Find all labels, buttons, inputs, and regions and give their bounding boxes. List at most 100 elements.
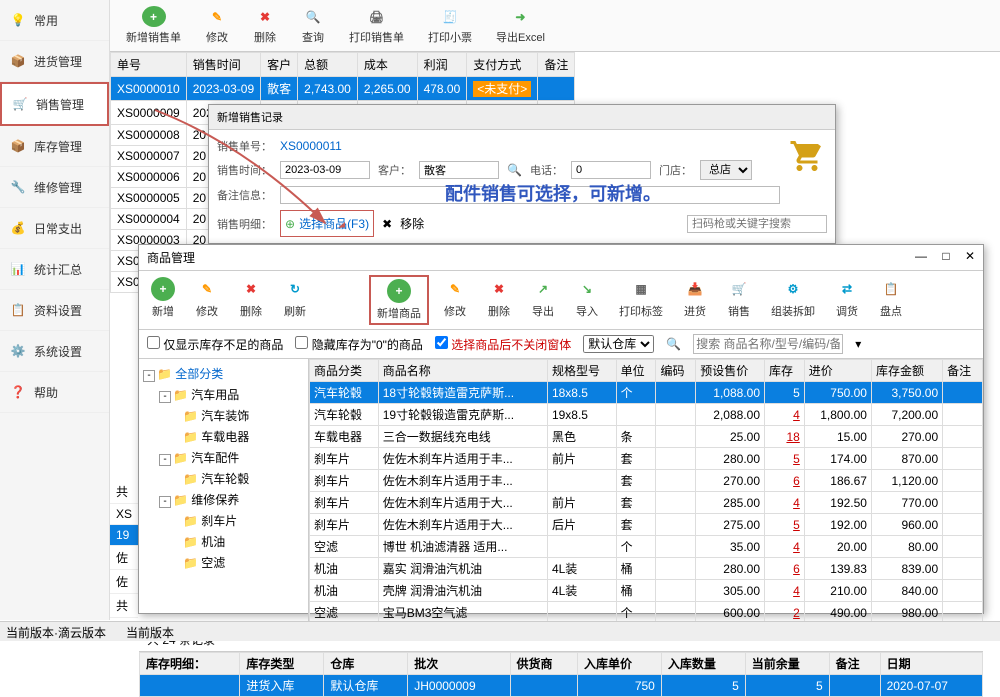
goods-edit-button[interactable]: ✎修改 bbox=[437, 275, 473, 325]
print-button[interactable]: 🖨打印销售单 bbox=[343, 4, 410, 47]
export-icon: ➜ bbox=[508, 6, 532, 27]
export-button[interactable]: ➜导出Excel bbox=[490, 4, 551, 47]
store-filter[interactable]: 默认仓库 bbox=[583, 335, 654, 353]
sidebar-item-stats[interactable]: 📊统计汇总 bbox=[0, 249, 109, 290]
assembly-button[interactable]: ⚙组装拆卸 bbox=[765, 275, 821, 325]
hide-zero-check[interactable]: 隐藏库存为"0"的商品 bbox=[295, 336, 423, 353]
col-header[interactable]: 进价 bbox=[804, 360, 871, 382]
sidebar-item-common[interactable]: 💡常用 bbox=[0, 0, 109, 41]
tree-root[interactable]: -📁 全部分类 bbox=[143, 363, 304, 384]
help-icon: ❓ bbox=[8, 382, 28, 402]
stockin-button[interactable]: 📥进货 bbox=[677, 275, 713, 325]
no-close-check[interactable]: 选择商品后不关闭窗体 bbox=[435, 336, 571, 353]
select-goods-link[interactable]: 选择商品(F3) bbox=[299, 215, 369, 232]
col-header[interactable]: 备注 bbox=[943, 360, 983, 382]
sale-button[interactable]: 🛒销售 bbox=[721, 275, 757, 325]
col-header[interactable]: 客户 bbox=[261, 53, 298, 77]
col-header[interactable]: 总额 bbox=[298, 53, 358, 77]
maximize-button[interactable]: □ bbox=[942, 249, 949, 263]
goods-row[interactable]: 空滤博世 机油滤清器 适用...个35.00420.0080.00 bbox=[310, 536, 983, 558]
refresh-button[interactable]: ↻刷新 bbox=[277, 275, 313, 325]
inventory-button[interactable]: 📋盘点 bbox=[873, 275, 909, 325]
pencil-icon: ✎ bbox=[205, 6, 229, 27]
import-button[interactable]: ↘导入 bbox=[569, 275, 605, 325]
col-header[interactable]: 商品名称 bbox=[378, 360, 547, 382]
search-customer-icon[interactable]: 🔍 bbox=[507, 163, 522, 177]
cat-edit-button[interactable]: ✎修改 bbox=[189, 275, 225, 325]
transfer-button[interactable]: ⇄调货 bbox=[829, 275, 865, 325]
tree-leaf[interactable]: 📁 汽车轮毂 bbox=[143, 468, 304, 489]
cat-delete-button[interactable]: ✖删除 bbox=[233, 275, 269, 325]
delete-button[interactable]: ✖删除 bbox=[247, 4, 283, 47]
tree-node[interactable]: -📁 汽车配件 bbox=[143, 447, 304, 468]
cat-add-button[interactable]: +新增 bbox=[145, 275, 181, 325]
stock-detail-row[interactable]: 进货入库默认仓库JH0000009750552020-07-07 bbox=[140, 675, 983, 697]
goods-row[interactable]: 汽车轮毂18寸轮毂铸造雷克萨斯...18x8.5个1,088.005750.00… bbox=[310, 382, 983, 404]
sidebar-item-purchase[interactable]: 📦进货管理 bbox=[0, 41, 109, 82]
goods-row[interactable]: 机油壳牌 润滑油汽机油4L装桶305.004210.00840.00 bbox=[310, 580, 983, 602]
tree-leaf[interactable]: 📁 汽车装饰 bbox=[143, 405, 304, 426]
x-icon: ✖ bbox=[487, 277, 511, 301]
package-icon: 📦 bbox=[8, 136, 28, 156]
print-label-button[interactable]: ▦打印标签 bbox=[613, 275, 669, 325]
goods-delete-button[interactable]: ✖删除 bbox=[481, 275, 517, 325]
tree-leaf[interactable]: 📁 刹车片 bbox=[143, 510, 304, 531]
col-header[interactable]: 备注 bbox=[538, 53, 575, 77]
tree-node[interactable]: -📁 汽车用品 bbox=[143, 384, 304, 405]
barcode-input[interactable] bbox=[687, 215, 827, 233]
sidebar-item-data[interactable]: 📋资料设置 bbox=[0, 290, 109, 331]
tree-leaf[interactable]: 📁 空滤 bbox=[143, 552, 304, 573]
only-low-check[interactable]: 仅显示库存不足的商品 bbox=[147, 336, 283, 353]
wrench-icon: 🔧 bbox=[8, 177, 28, 197]
goods-row[interactable]: 刹车片佐佐木刹车片适用于丰...套270.006186.671,120.00 bbox=[310, 470, 983, 492]
sidebar-item-expense[interactable]: 💰日常支出 bbox=[0, 208, 109, 249]
goods-row[interactable]: 机油嘉实 润滑油汽机油4L装桶280.006139.83839.00 bbox=[310, 558, 983, 580]
goods-search-input[interactable] bbox=[693, 334, 843, 354]
tree-node[interactable]: -📁 维修保养 bbox=[143, 489, 304, 510]
dropdown-icon[interactable]: ▾ bbox=[855, 337, 861, 351]
new-sale-dialog: 新增销售记录 销售单号： XS0000011 销售时间： 客户： 🔍 电话： 门… bbox=[208, 104, 836, 244]
phone-input[interactable] bbox=[571, 161, 651, 179]
col-header[interactable]: 支付方式 bbox=[467, 53, 538, 77]
minimize-button[interactable]: ― bbox=[915, 249, 927, 263]
goods-row[interactable]: 刹车片佐佐木刹车片适用于大...前片套285.004192.50770.00 bbox=[310, 492, 983, 514]
goods-row[interactable]: 汽车轮毂19寸轮毂锻造雷克萨斯...19x8.52,088.0041,800.0… bbox=[310, 404, 983, 426]
edit-button[interactable]: ✎修改 bbox=[199, 4, 235, 47]
search-button[interactable]: 🔍查询 bbox=[295, 4, 331, 47]
sidebar-item-repair[interactable]: 🔧维修管理 bbox=[0, 167, 109, 208]
col-header[interactable]: 销售时间 bbox=[186, 53, 260, 77]
goods-row[interactable]: 车载电器三合一数据线充电线黑色条25.001815.00270.00 bbox=[310, 426, 983, 448]
add-sale-button[interactable]: +新增销售单 bbox=[120, 4, 187, 47]
col-header[interactable]: 库存金额 bbox=[871, 360, 942, 382]
x-icon: ✖ bbox=[253, 6, 277, 27]
close-button[interactable]: ✕ bbox=[965, 249, 975, 263]
sidebar-item-help[interactable]: ❓帮助 bbox=[0, 372, 109, 413]
col-header[interactable]: 成本 bbox=[357, 53, 417, 77]
plus-icon: + bbox=[151, 277, 175, 301]
col-header[interactable]: 预设售价 bbox=[696, 360, 765, 382]
print-receipt-button[interactable]: 🧾打印小票 bbox=[422, 4, 478, 47]
tree-leaf[interactable]: 📁 车载电器 bbox=[143, 426, 304, 447]
col-header[interactable]: 库存 bbox=[765, 360, 805, 382]
customer-input[interactable] bbox=[419, 161, 499, 179]
tree-leaf[interactable]: 📁 机油 bbox=[143, 531, 304, 552]
add-goods-button[interactable]: +新增商品 bbox=[369, 275, 429, 325]
goods-row[interactable]: 刹车片佐佐木刹车片适用于丰...前片套280.005174.00870.00 bbox=[310, 448, 983, 470]
col-header[interactable]: 单位 bbox=[616, 360, 656, 382]
col-header[interactable]: 单号 bbox=[111, 53, 187, 77]
remove-icon[interactable]: ✖ bbox=[382, 217, 392, 231]
sales-row[interactable]: XS00000102023-03-09散客2,743.002,265.00478… bbox=[111, 77, 575, 101]
sidebar-item-sales[interactable]: 🛒销售管理 bbox=[0, 82, 109, 126]
plus-icon: + bbox=[387, 279, 411, 303]
x-icon: ✖ bbox=[239, 277, 263, 301]
sidebar-item-settings[interactable]: ⚙️系统设置 bbox=[0, 331, 109, 372]
sidebar-item-inventory[interactable]: 📦库存管理 bbox=[0, 126, 109, 167]
date-input[interactable] bbox=[280, 161, 370, 179]
col-header[interactable]: 商品分类 bbox=[310, 360, 379, 382]
export-button[interactable]: ↗导出 bbox=[525, 275, 561, 325]
col-header[interactable]: 利润 bbox=[417, 53, 467, 77]
col-header[interactable]: 编码 bbox=[656, 360, 696, 382]
goods-row[interactable]: 刹车片佐佐木刹车片适用于大...后片套275.005192.00960.00 bbox=[310, 514, 983, 536]
store-select[interactable]: 总店 bbox=[700, 160, 752, 180]
col-header[interactable]: 规格型号 bbox=[547, 360, 616, 382]
